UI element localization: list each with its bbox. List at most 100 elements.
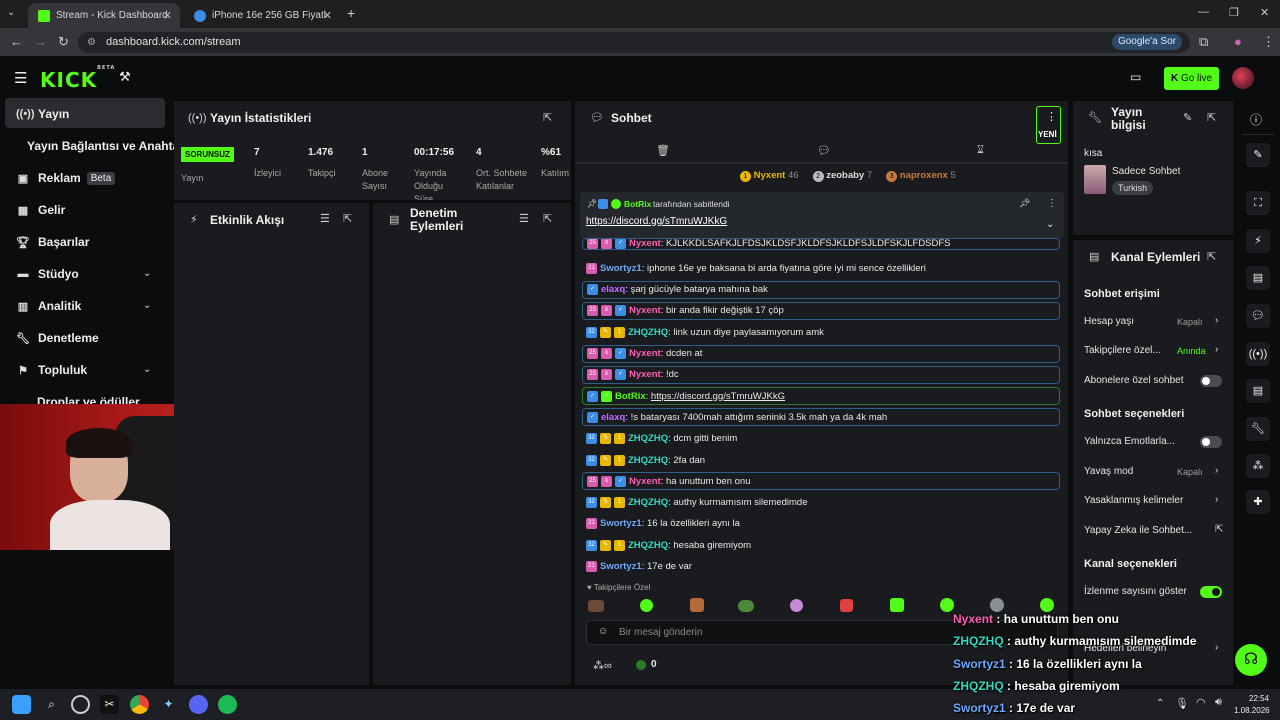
emote-icon[interactable] <box>640 599 653 612</box>
info-icon[interactable]: ⓘ <box>1250 111 1262 128</box>
sidebar-item-reklam[interactable]: ▣ Reklam Beta <box>16 171 116 185</box>
chat-username[interactable]: ZHQZHQ <box>628 497 668 508</box>
chat-username[interactable]: Nyxent <box>629 369 661 380</box>
chat-username[interactable]: Swortyz1 <box>600 561 642 572</box>
chat-username[interactable]: Nyxent <box>629 476 661 487</box>
pinned-link[interactable]: https://discord.gg/sTmruWJKkG <box>586 216 727 227</box>
chat-message[interactable]: ✓ ✓ BotRix: https://discord.gg/sTmruWJKkG <box>582 387 1060 406</box>
emoji-icon[interactable]: ☺ <box>598 626 608 637</box>
app-icon[interactable]: ✦ <box>159 695 178 714</box>
chevron-right-icon[interactable]: › <box>1215 344 1218 355</box>
tab-list-icon[interactable]: ⌄ <box>7 7 15 18</box>
popout-icon[interactable]: ⇱ <box>543 212 552 225</box>
emote-icon[interactable] <box>588 600 604 612</box>
wrench-icon[interactable]: 🔧︎ <box>1246 417 1270 441</box>
chat-username[interactable]: Nyxent <box>629 348 661 359</box>
chat-username[interactable]: ZHQZHQ <box>628 455 668 466</box>
search-icon[interactable]: ⌕ <box>42 695 61 714</box>
profile-icon[interactable]: ● <box>1234 34 1242 49</box>
setting-toggle[interactable] <box>1200 586 1222 598</box>
emote-icon[interactable] <box>790 599 803 612</box>
setting-label[interactable]: İzlenme sayısını göster <box>1084 586 1187 597</box>
browser-menu-icon[interactable]: ⋮ <box>1262 34 1275 50</box>
chat-bubble-icon[interactable]: 💬︎ <box>1246 304 1270 328</box>
external-link-icon[interactable]: ⇱ <box>1215 524 1223 535</box>
site-info-icon[interactable]: ⚙ <box>87 32 96 53</box>
chat-message[interactable]: ✓ elaxq: şarj gücüyle batarya mahına bak <box>582 280 1060 299</box>
clock-date[interactable]: 1.08.2026 <box>1234 706 1270 715</box>
chevron-down-icon[interactable]: ⌄ <box>1046 219 1054 230</box>
gamepad-icon[interactable]: ✚ <box>1246 490 1270 514</box>
community-icon[interactable]: ⁂ <box>1246 454 1270 478</box>
go-live-button[interactable]: K Go live <box>1164 67 1219 90</box>
setting-label[interactable]: Takipçilere özel... <box>1084 345 1161 356</box>
chat-username[interactable]: BotRix <box>615 391 646 402</box>
emote-icon[interactable] <box>690 598 704 612</box>
setting-toggle[interactable] <box>1200 436 1222 448</box>
top-chatter-2[interactable]: 2 zeobaby 7 <box>812 170 872 182</box>
emote-icon[interactable] <box>990 598 1004 612</box>
windows-start-icon[interactable] <box>12 695 31 714</box>
filter-icon[interactable]: ☰ <box>519 212 529 225</box>
chevron-right-icon[interactable]: › <box>1215 465 1218 476</box>
category-name[interactable]: Sadece Sohbet <box>1112 166 1180 177</box>
sidebar-item-droplar[interactable]: Droplar ve ödüller <box>37 395 140 404</box>
chat-menu-button[interactable]: ⋮ YENİ <box>1036 106 1061 144</box>
chat-message[interactable]: ✓ elaxq: !s bataryası 7400mah attığım sen… <box>582 408 1060 427</box>
chat-username[interactable]: Swortyz1 <box>600 518 642 529</box>
setting-label[interactable]: Yalnızca Emotlarla... <box>1084 436 1175 447</box>
theatre-mode-icon[interactable]: ▭ <box>1130 70 1141 84</box>
forward-icon[interactable]: → <box>34 34 47 49</box>
user-avatar[interactable] <box>1232 67 1254 89</box>
unpin-icon[interactable]: 📌︎ <box>1019 198 1030 209</box>
google-ask-button[interactable]: Google'a Sor <box>1111 34 1182 50</box>
chat-message[interactable]: 32 ✎ 1 ZHQZHQ: dcm gitti benim <box>582 430 1060 448</box>
chat-username[interactable]: ZHQZHQ <box>628 327 668 338</box>
chrome-icon[interactable] <box>130 695 149 714</box>
close-tab-icon[interactable]: ✕ <box>163 9 172 22</box>
sidebar-item-stream-key[interactable]: Yayın Bağlantısı ve Anahtarı <box>27 139 187 153</box>
chevron-down-icon[interactable]: ⌄ <box>143 364 151 375</box>
chevron-down-icon[interactable]: ⌄ <box>143 268 151 279</box>
popout-icon[interactable]: ⇱ <box>1207 250 1216 263</box>
sidebar-item-topluluk[interactable]: ⚑ Topluluk <box>16 363 87 377</box>
chat-username[interactable]: Nyxent <box>629 239 661 249</box>
setting-label[interactable]: Yavaş mod <box>1084 466 1133 477</box>
setting-label[interactable]: Hesap yaşı <box>1084 316 1134 327</box>
volume-icon[interactable]: 🔊︎ <box>1215 696 1222 709</box>
sidebar-item-gelir[interactable]: ▦ Gelir <box>16 203 66 217</box>
chevron-down-icon[interactable]: ⌄ <box>143 300 151 311</box>
emote-icon[interactable] <box>940 598 954 612</box>
top-chatter-3[interactable]: 3 naproxenx 5 <box>886 170 956 182</box>
popout-icon[interactable]: ⇱ <box>1207 111 1216 124</box>
emote-icon[interactable] <box>1040 598 1054 612</box>
chevron-right-icon[interactable]: › <box>1215 642 1218 653</box>
chat-message[interactable]: 32 ✎ 1 ZHQZHQ: link uzun diye paylasamıyoru… <box>582 323 1060 341</box>
back-icon[interactable]: ← <box>10 34 23 49</box>
tab-iphone[interactable]: iPhone 16e 256 GB Fiyatları, Ö... ✕ <box>184 3 340 28</box>
chevron-right-icon[interactable]: › <box>1215 315 1218 326</box>
chat-link[interactable]: https://discord.gg/sTmruWJKkG <box>651 391 785 402</box>
sidebar-item-analitik[interactable]: ▥ Analitik <box>16 299 82 313</box>
top-chatter-1[interactable]: 1 Nyxent 46 <box>740 170 799 182</box>
chat-message[interactable]: 32 ✎ 1 ZHQZHQ: 2fa dan <box>582 451 1060 469</box>
chat-username[interactable]: Swortyz1 <box>600 263 642 274</box>
sidebar-item-yayin[interactable]: ((•)) Yayın <box>16 107 69 121</box>
setting-toggle[interactable] <box>1200 374 1222 387</box>
chat-message[interactable]: 25 ≡ ✓ Nyxent: ha unuttum ben onu <box>582 472 1060 491</box>
tab-kick-dashboard[interactable]: Stream - Kick Dashboard ✕ <box>28 3 180 28</box>
new-tab-icon[interactable]: + <box>347 5 355 21</box>
sidebar-item-basarilar[interactable]: 🏆︎ Başarılar <box>16 235 89 249</box>
capcut-icon[interactable]: ✂ <box>100 695 119 714</box>
document-icon[interactable]: ▤ <box>1246 266 1270 290</box>
tray-chevron-icon[interactable]: ⌃ <box>1156 698 1164 709</box>
chat-username[interactable]: Nyxent <box>629 305 661 316</box>
chat-username[interactable]: elaxq <box>601 412 625 423</box>
chat-message[interactable]: 32 ✎ 1 ZHQZHQ: authy kurmamısım silemedimde <box>582 494 1060 512</box>
kebab-icon[interactable]: ⋮ <box>1047 198 1057 209</box>
chat-message[interactable]: 32 ✎ 1 ZHQZHQ: hesaba giremiyom <box>582 536 1060 554</box>
minimize-icon[interactable]: — <box>1198 6 1209 18</box>
emote-icon[interactable] <box>738 600 754 612</box>
discord-icon[interactable] <box>189 695 208 714</box>
chat-username[interactable]: ZHQZHQ <box>628 540 668 551</box>
